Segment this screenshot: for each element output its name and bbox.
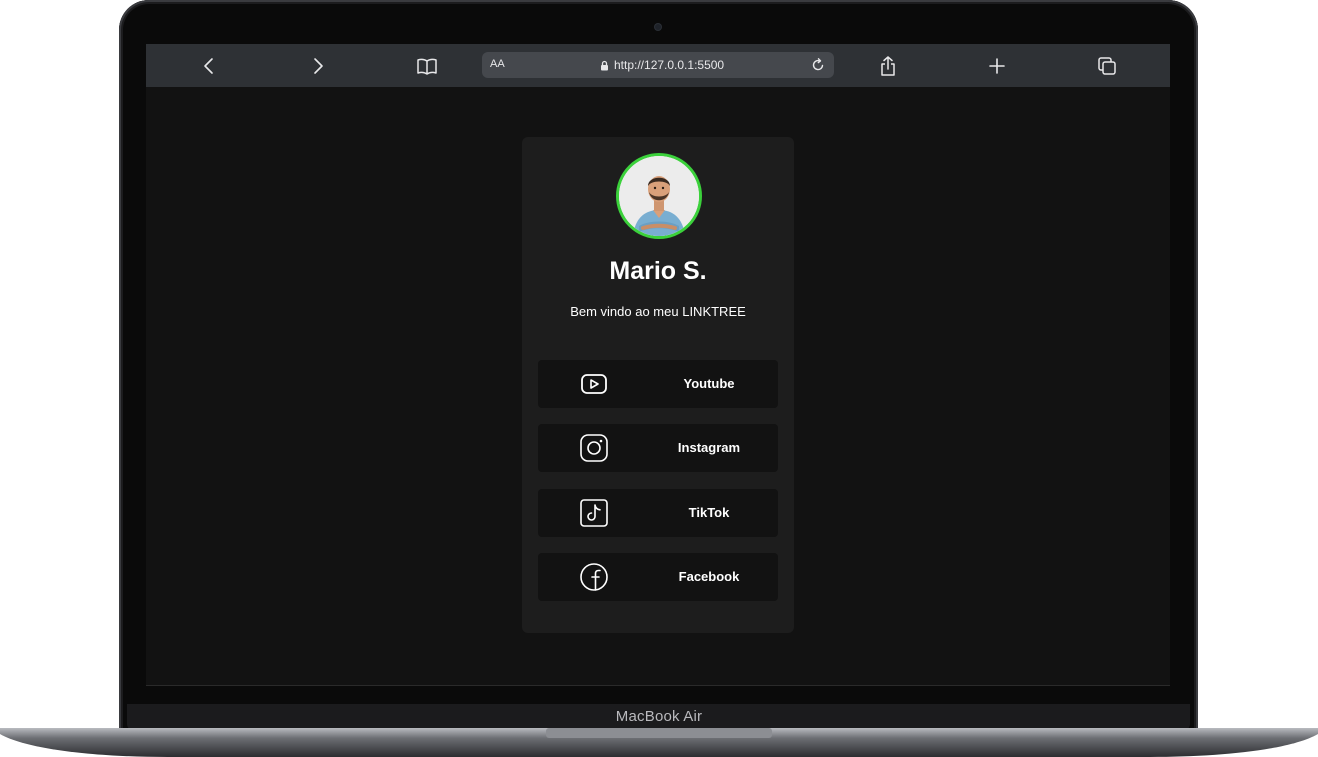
link-label: Instagram bbox=[677, 440, 741, 455]
tabs-icon[interactable] bbox=[1095, 54, 1119, 78]
plus-icon[interactable] bbox=[985, 54, 1009, 78]
profile-subtitle: Bem vindo ao meu LINKTREE bbox=[570, 304, 746, 319]
reload-icon[interactable] bbox=[808, 55, 828, 75]
youtube-icon bbox=[578, 368, 610, 400]
link-facebook[interactable]: Facebook bbox=[538, 553, 778, 601]
instagram-icon bbox=[578, 432, 610, 464]
link-youtube[interactable]: Youtube bbox=[538, 360, 778, 408]
url-text: http://127.0.0.1:5500 bbox=[614, 58, 725, 72]
profile-name: Mario S. bbox=[609, 257, 707, 285]
text-size-button[interactable]: AA bbox=[490, 58, 505, 70]
link-label: TikTok bbox=[688, 505, 730, 520]
chevron-left-icon[interactable] bbox=[197, 54, 221, 78]
laptop-base bbox=[0, 728, 1318, 757]
browser-toolbar: AA http://127.0.0.1:5500 bbox=[146, 44, 1170, 87]
link-tiktok[interactable]: TikTok bbox=[538, 489, 778, 537]
lock-icon bbox=[601, 60, 608, 70]
share-icon[interactable] bbox=[876, 54, 900, 78]
link-instagram[interactable]: Instagram bbox=[538, 424, 778, 472]
facebook-icon bbox=[578, 561, 610, 593]
device-label: MacBook Air bbox=[615, 708, 703, 725]
book-icon[interactable] bbox=[415, 54, 439, 78]
link-label: Youtube bbox=[683, 376, 735, 391]
screen-bottom-edge bbox=[146, 685, 1170, 686]
screen: AA http://127.0.0.1:5500 Mario S. Bem vi… bbox=[146, 44, 1170, 686]
camera-icon bbox=[655, 24, 661, 30]
profile-card: Mario S. Bem vindo ao meu LINKTREE Youtu… bbox=[522, 137, 794, 633]
chevron-right-icon[interactable] bbox=[306, 54, 330, 78]
tiktok-icon bbox=[578, 497, 610, 529]
address-bar[interactable]: AA http://127.0.0.1:5500 bbox=[482, 52, 834, 78]
link-label: Facebook bbox=[678, 569, 740, 584]
avatar bbox=[616, 153, 702, 239]
